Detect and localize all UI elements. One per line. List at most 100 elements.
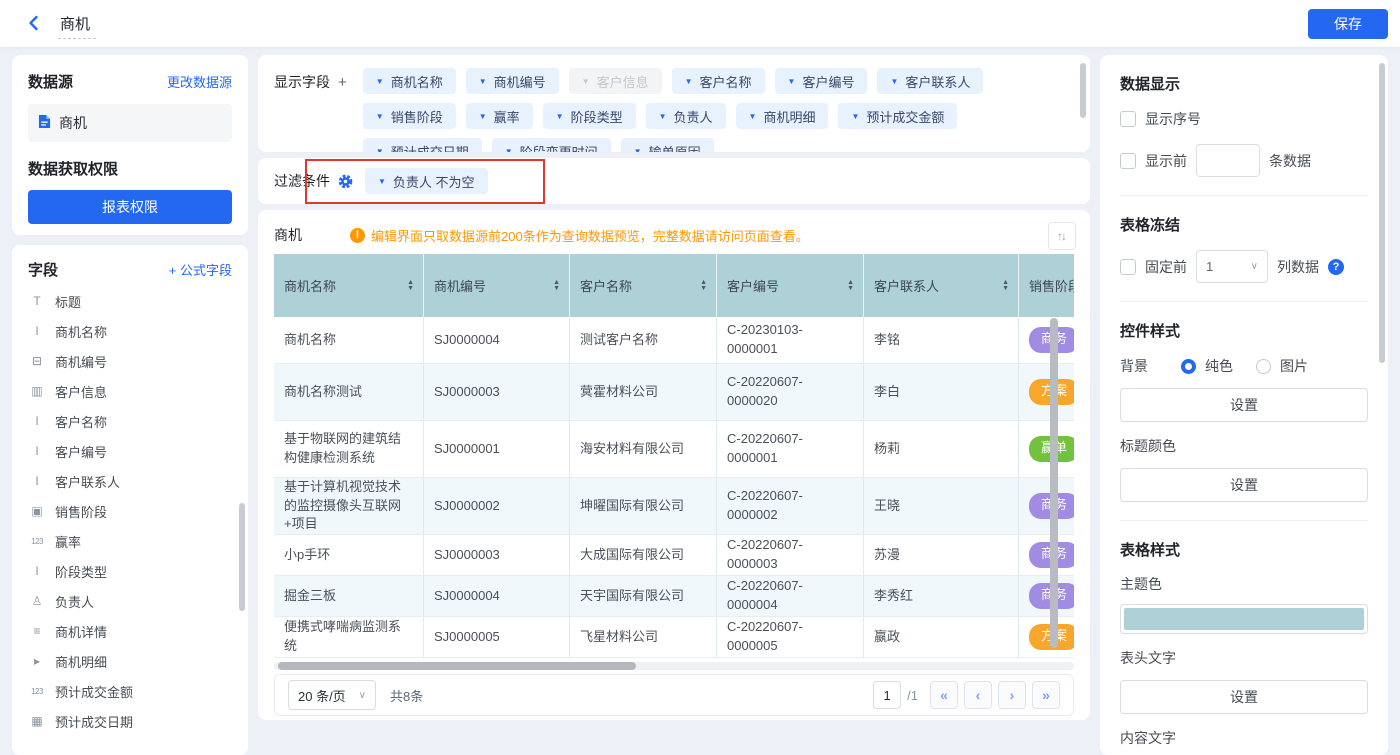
table-horizontal-scrollbar-track[interactable]: [274, 662, 1074, 670]
field-chip[interactable]: ▼输单原因: [621, 138, 714, 152]
image-radio[interactable]: [1256, 359, 1271, 374]
chips-scrollbar[interactable]: [1080, 63, 1086, 118]
column-header[interactable]: 客户编号▲▼: [717, 254, 864, 317]
field-item[interactable]: ▸商机明细: [12, 646, 248, 676]
solid-color-label: 纯色: [1205, 356, 1233, 376]
cell: C-20220607-0000003: [717, 535, 864, 576]
content-text-label: 内容文字: [1120, 728, 1368, 748]
formula-field-link[interactable]: + 公式字段: [169, 260, 232, 279]
field-item[interactable]: ≡商机详情: [12, 616, 248, 646]
gear-icon[interactable]: [338, 174, 353, 189]
next-page-button[interactable]: ›: [998, 681, 1026, 709]
theme-color-swatch[interactable]: [1120, 604, 1368, 634]
field-chip[interactable]: ▼阶段变更时间: [492, 138, 611, 152]
column-header[interactable]: 客户联系人▲▼: [864, 254, 1019, 317]
field-chip[interactable]: ▼客户名称: [672, 68, 765, 94]
field-item[interactable]: ▥客户信息: [12, 376, 248, 406]
field-item[interactable]: I客户名称: [12, 406, 248, 436]
permission-title: 数据获取权限: [28, 158, 232, 179]
freeze-suffix: 列数据: [1277, 257, 1319, 277]
freeze-count-select[interactable]: 1 ∨: [1196, 250, 1268, 283]
field-chip[interactable]: ▼预计成交日期: [363, 138, 482, 152]
change-datasource-link[interactable]: 更改数据源: [167, 72, 232, 91]
show-top-input[interactable]: [1196, 144, 1260, 177]
cell: SJ0000004: [424, 317, 570, 364]
field-item[interactable]: ▦预计成交日期: [12, 706, 248, 736]
chip-label: 商机编号: [494, 72, 546, 91]
field-chip[interactable]: ▼阶段类型: [543, 103, 636, 129]
background-set-button[interactable]: 设置: [1120, 388, 1368, 422]
field-chip[interactable]: ▼负责人: [646, 103, 726, 129]
field-item[interactable]: I阶段类型: [12, 556, 248, 586]
page-input[interactable]: 1: [873, 681, 901, 709]
field-item[interactable]: I商机名称: [12, 316, 248, 346]
add-field-button[interactable]: +: [338, 74, 347, 91]
sort-toggle-button[interactable]: ↑↓: [1048, 222, 1076, 250]
field-item[interactable]: I客户联系人: [12, 466, 248, 496]
field-item[interactable]: ♙负责人: [12, 586, 248, 616]
field-item[interactable]: I客户编号: [12, 436, 248, 466]
back-icon[interactable]: [26, 15, 42, 36]
last-page-button[interactable]: »: [1032, 681, 1060, 709]
column-header[interactable]: 商机名称▲▼: [274, 254, 424, 317]
sort-arrows-icon[interactable]: ▲▼: [553, 280, 560, 292]
field-label: 客户名称: [55, 412, 107, 431]
freeze-checkbox[interactable]: [1120, 259, 1136, 275]
chevron-down-icon: ▼: [890, 77, 898, 86]
number-icon: 123: [28, 687, 46, 696]
column-label: 销售阶段: [1029, 276, 1074, 295]
chip-label: 赢率: [494, 107, 520, 126]
sort-asc-desc-icon: ↑↓: [1057, 229, 1065, 243]
cell: 方案: [1019, 364, 1074, 421]
header-text-set-button[interactable]: 设置: [1120, 680, 1368, 714]
panel-scrollbar[interactable]: [1379, 63, 1385, 363]
cell: 便携式哮喘病监测系统: [274, 617, 424, 658]
filter-chip[interactable]: ▼ 负责人 不为空: [365, 168, 488, 194]
title-color-set-button[interactable]: 设置: [1120, 468, 1368, 502]
column-header[interactable]: 销售阶段: [1019, 254, 1074, 317]
field-item[interactable]: T标题: [12, 286, 248, 316]
sort-arrows-icon[interactable]: ▲▼: [700, 280, 707, 292]
fields-scrollbar[interactable]: [239, 503, 245, 611]
column-header[interactable]: 客户名称▲▼: [570, 254, 717, 317]
field-item[interactable]: 123预计成交金额: [12, 676, 248, 706]
table-row: 便携式哮喘病监测系统 SJ0000005 飞星材料公司 C-20220607-0…: [274, 617, 1074, 658]
page-size-select[interactable]: 20 条/页 ∨: [288, 680, 376, 710]
cell: 掘金三板: [274, 576, 424, 617]
field-chip[interactable]: ▼预计成交金额: [838, 103, 957, 129]
first-page-button[interactable]: «: [930, 681, 958, 709]
table-row: 商机名称测试 SJ0000003 蓂霍材料公司 C-20220607-00000…: [274, 364, 1074, 421]
sort-arrows-icon[interactable]: ▲▼: [407, 280, 414, 292]
prev-page-button[interactable]: ‹: [964, 681, 992, 709]
table-horizontal-scrollbar[interactable]: [278, 662, 636, 670]
cell: SJ0000004: [424, 576, 570, 617]
field-chip[interactable]: ▼商机编号: [466, 68, 559, 94]
field-chip[interactable]: ▼客户编号: [775, 68, 868, 94]
table-vertical-scrollbar[interactable]: [1050, 318, 1058, 648]
field-chip[interactable]: ▼商机明细: [736, 103, 829, 129]
chip-label: 客户信息: [597, 72, 649, 91]
field-chip[interactable]: ▼赢率: [466, 103, 533, 129]
text-icon: I: [28, 444, 46, 458]
show-index-checkbox[interactable]: [1120, 111, 1136, 127]
solid-color-radio[interactable]: [1181, 359, 1196, 374]
sort-arrows-icon[interactable]: ▲▼: [1002, 280, 1009, 292]
field-chip[interactable]: ▼客户联系人: [877, 68, 983, 94]
field-chip[interactable]: ▼商机名称: [363, 68, 456, 94]
warning-text: 编辑界面只取数据源前200条作为查询数据预览，完整数据请访问页面查看。: [371, 226, 809, 245]
page-title[interactable]: 商机: [58, 13, 96, 39]
field-chip[interactable]: ▼销售阶段: [363, 103, 456, 129]
field-item[interactable]: ⊟商机编号: [12, 346, 248, 376]
show-top-checkbox[interactable]: [1120, 153, 1136, 169]
report-permission-button[interactable]: 报表权限: [28, 190, 232, 224]
help-icon[interactable]: ?: [1328, 259, 1344, 275]
freeze-count-value: 1: [1206, 259, 1213, 274]
sort-arrows-icon[interactable]: ▲▼: [847, 280, 854, 292]
field-item[interactable]: ▣销售阶段: [12, 496, 248, 526]
save-button[interactable]: 保存: [1308, 9, 1388, 39]
chip-label: 商机名称: [391, 72, 443, 91]
column-header[interactable]: 商机编号▲▼: [424, 254, 570, 317]
field-label: 标题: [55, 292, 81, 311]
field-item[interactable]: 123赢率: [12, 526, 248, 556]
datasource-item[interactable]: 商机: [28, 104, 232, 142]
